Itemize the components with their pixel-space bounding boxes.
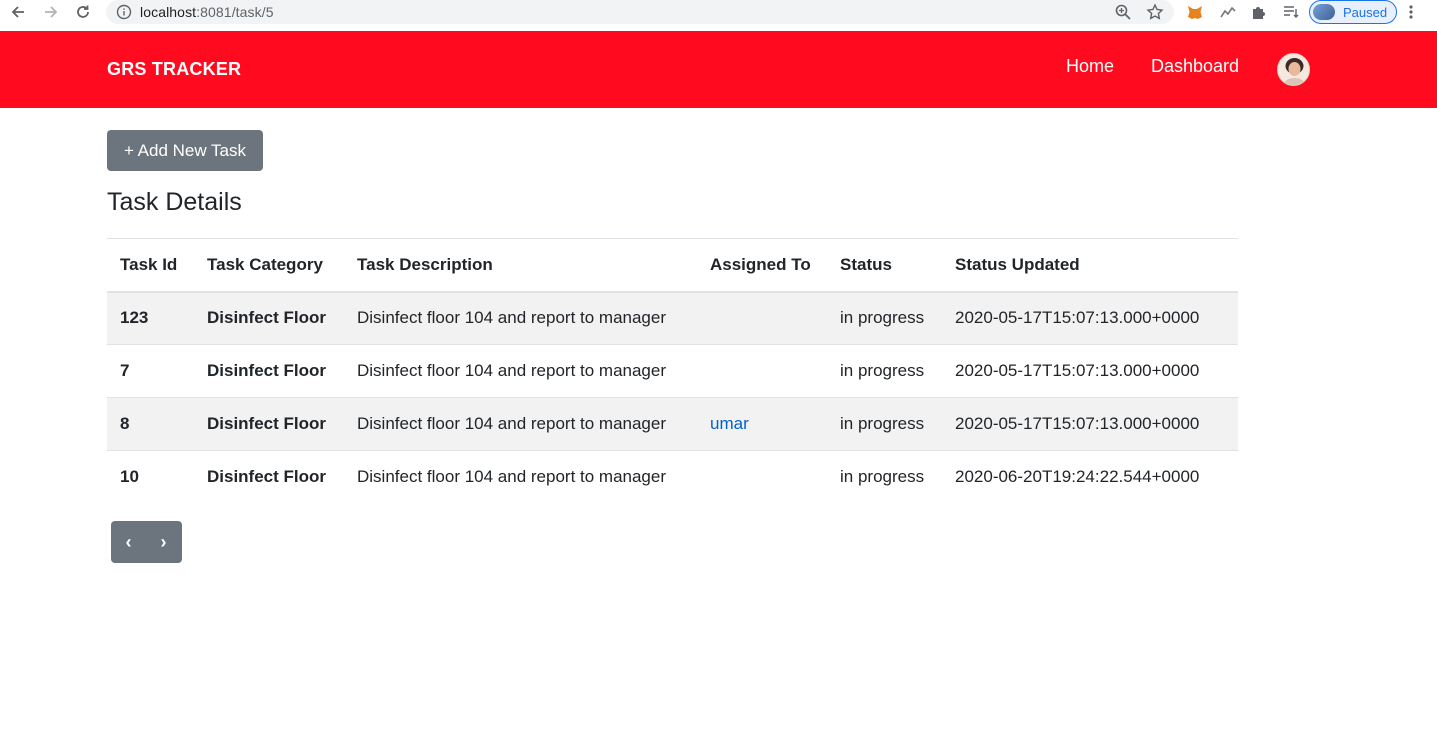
previous-page-button[interactable]: ‹	[111, 521, 146, 563]
assigned-to-cell: umar	[697, 398, 827, 451]
status-cell: in progress	[840, 308, 925, 328]
task-id-cell: 10	[120, 467, 139, 487]
nav-home-link[interactable]: Home	[1066, 56, 1114, 77]
column-header-task-id: Task Id	[107, 238, 194, 293]
task-description-cell: Disinfect floor 104 and report to manage…	[357, 361, 667, 380]
zoom-icon[interactable]	[1114, 3, 1132, 26]
assigned-user-link[interactable]: umar	[710, 414, 749, 433]
profile-status: Paused	[1343, 4, 1388, 20]
address-bar[interactable]: localhost:8081/task/5	[106, 0, 1174, 24]
table-row[interactable]: 8 Disinfect Floor Disinfect floor 104 an…	[107, 397, 1238, 451]
app-navbar: GRS TRACKER Home Dashboard	[0, 31, 1437, 108]
info-icon[interactable]	[116, 4, 132, 25]
arrow-right-icon	[45, 6, 58, 18]
status-updated-cell: 2020-05-17T15:07:13.000+0000	[955, 308, 1200, 328]
status-updated-cell: 2020-06-20T19:24:22.544+0000	[955, 467, 1200, 487]
arrow-left-icon	[11, 6, 24, 18]
back-button[interactable]	[7, 1, 29, 23]
assigned-to-cell	[697, 345, 827, 398]
add-new-task-button[interactable]: + Add New Task	[107, 130, 263, 171]
pagination: ‹ ›	[111, 521, 182, 563]
column-header-task-description: Task Description	[344, 238, 697, 293]
task-description-cell: Disinfect floor 104 and report to manage…	[357, 414, 667, 433]
reload-icon	[77, 5, 89, 18]
table-row[interactable]: 123 Disinfect Floor Disinfect floor 104 …	[107, 291, 1238, 345]
table-header-row: Task Id Task Category Task Description A…	[107, 238, 1238, 293]
next-page-button[interactable]: ›	[146, 521, 181, 563]
browser-toolbar: localhost:8081/task/5 Paused	[0, 0, 1437, 31]
forward-button[interactable]	[40, 1, 62, 23]
nav-dashboard-link[interactable]: Dashboard	[1151, 56, 1239, 77]
brand-logo[interactable]: GRS TRACKER	[107, 59, 241, 80]
task-id-cell: 123	[120, 308, 149, 328]
task-id-cell: 7	[120, 361, 130, 380]
chart-extension-icon[interactable]	[1219, 3, 1237, 21]
status-updated-cell: 2020-05-17T15:07:13.000+0000	[955, 361, 1200, 380]
column-header-status: Status	[827, 238, 942, 293]
table-row[interactable]: 10 Disinfect Floor Disinfect floor 104 a…	[107, 450, 1238, 504]
column-header-status-updated: Status Updated	[942, 238, 1238, 293]
profile-chip[interactable]: Paused	[1309, 0, 1397, 24]
column-header-assigned-to: Assigned To	[697, 238, 827, 293]
fox-extension-icon[interactable]	[1186, 3, 1204, 21]
puzzle-icon[interactable]	[1250, 3, 1268, 21]
status-cell: in progress	[840, 467, 925, 487]
user-avatar[interactable]	[1277, 53, 1310, 86]
reading-list-icon[interactable]	[1282, 3, 1300, 21]
task-description-cell: Disinfect floor 104 and report to manage…	[357, 467, 667, 487]
profile-avatar-icon	[1313, 4, 1335, 20]
page-title: Task Details	[107, 188, 242, 216]
task-id-cell: 8	[120, 414, 130, 433]
task-category-cell: Disinfect Floor	[207, 467, 327, 487]
task-table: Task Id Task Category Task Description A…	[107, 238, 1238, 504]
column-header-task-category: Task Category	[194, 238, 344, 293]
status-cell: in progress	[840, 361, 925, 380]
bookmark-star-icon[interactable]	[1146, 3, 1164, 26]
table-row[interactable]: 7 Disinfect Floor Disinfect floor 104 an…	[107, 344, 1238, 398]
avatar-portrait-icon	[1278, 54, 1309, 85]
task-category-cell: Disinfect Floor	[207, 308, 327, 328]
task-category-cell: Disinfect Floor	[207, 414, 327, 433]
assigned-to-cell	[697, 292, 827, 345]
status-updated-cell: 2020-05-17T15:07:13.000+0000	[955, 414, 1200, 433]
task-category-cell: Disinfect Floor	[207, 361, 327, 380]
task-description-cell: Disinfect floor 104 and report to manage…	[357, 308, 667, 328]
url-text: localhost:8081/task/5	[140, 4, 274, 20]
menu-kebab-icon[interactable]	[1408, 4, 1414, 25]
status-cell: in progress	[840, 414, 925, 433]
assigned-to-cell	[697, 451, 827, 504]
reload-button[interactable]	[72, 1, 94, 23]
